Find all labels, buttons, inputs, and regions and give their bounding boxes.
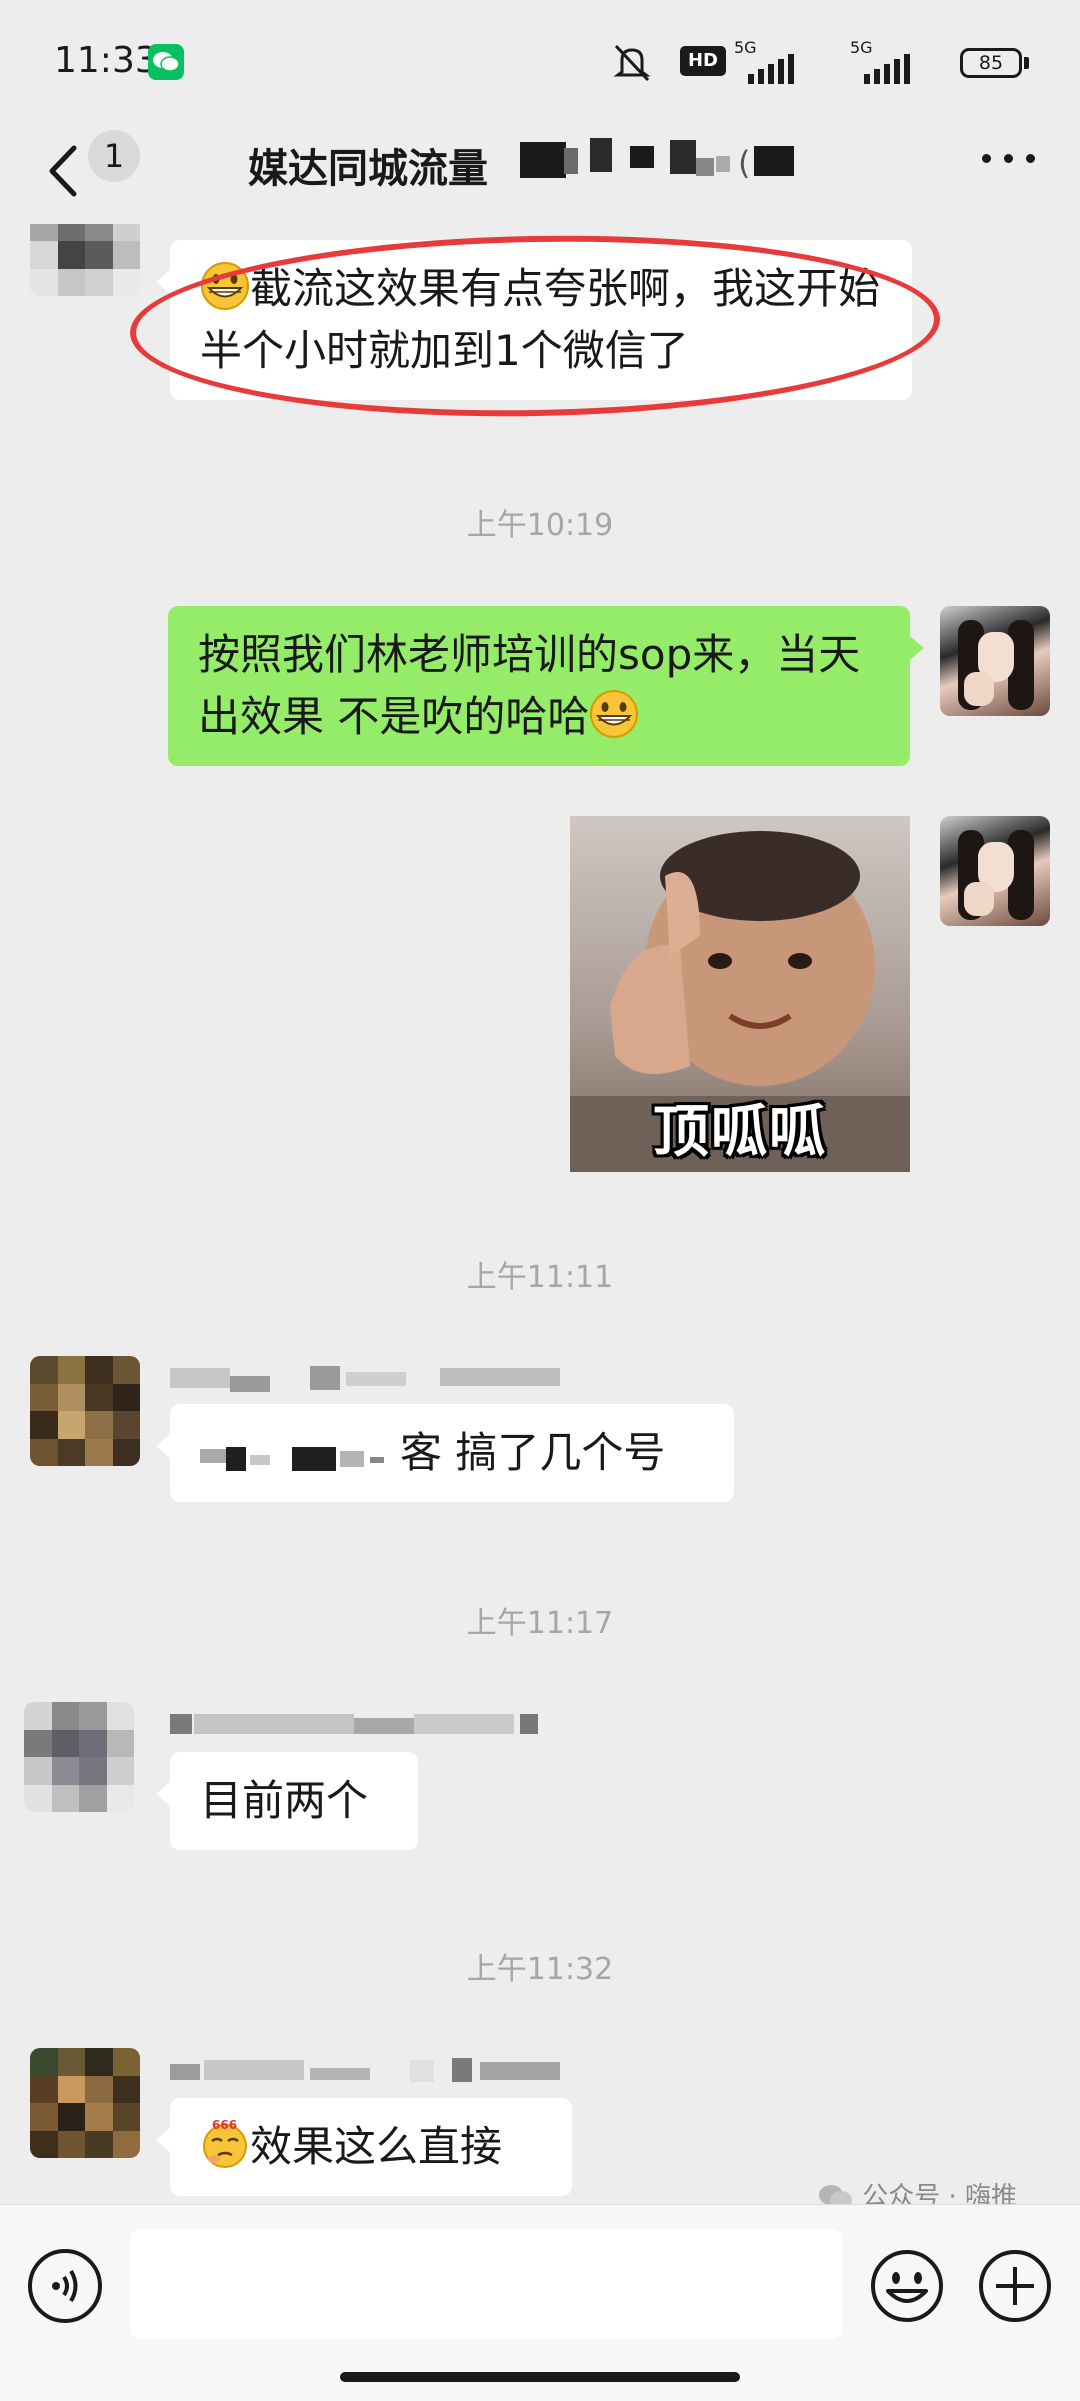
chat-title[interactable]: 媒达同城流量 bbox=[248, 136, 488, 194]
avatar[interactable] bbox=[30, 2048, 140, 2158]
self-avatar[interactable] bbox=[940, 606, 1050, 716]
sticker-image[interactable]: 顶呱呱 bbox=[570, 816, 910, 1172]
message-text: 目前两个 bbox=[200, 1776, 369, 1825]
message-input[interactable] bbox=[130, 2229, 842, 2339]
message-list[interactable]: 截流这效果有点夸张啊，我这开始半个小时就加到1个微信了 上午10:19 按照我们… bbox=[0, 224, 1080, 2204]
home-indicator[interactable] bbox=[340, 2372, 740, 2382]
voice-input-button[interactable] bbox=[28, 2249, 102, 2323]
wechat-notification-icon bbox=[148, 44, 184, 80]
signal-bars-icon bbox=[864, 54, 910, 84]
timestamp: 上午11:11 bbox=[466, 1260, 614, 1295]
timestamp: 上午10:19 bbox=[466, 508, 614, 543]
status-bar: 11:33 HD 5G 5G 85 bbox=[0, 0, 1080, 120]
message-bubble-received[interactable]: 客 搞了几个号 bbox=[156, 1404, 734, 1502]
self-avatar[interactable] bbox=[940, 816, 1050, 926]
battery-tip bbox=[1024, 57, 1029, 69]
more-options-button[interactable] bbox=[974, 138, 1044, 178]
message-text: 效果这么直接 bbox=[250, 2122, 503, 2171]
message-text: 按照我们林老师培训的sop来，当天出效果 不是吹的哈哈 bbox=[198, 630, 861, 741]
hd-voice-badge: HD bbox=[680, 46, 726, 76]
message-text: 客 搞了几个号 bbox=[400, 1428, 666, 1477]
voice-wave-icon bbox=[52, 2269, 78, 2303]
sender-name-redacted bbox=[170, 1714, 538, 1734]
sticker-caption: 顶呱呱 bbox=[653, 1100, 827, 1165]
sender-name-redacted bbox=[170, 1366, 560, 1392]
sender-name-redacted bbox=[170, 2058, 560, 2082]
mute-bell-icon bbox=[613, 44, 651, 82]
avatar[interactable] bbox=[30, 224, 140, 296]
status-time: 11:33 bbox=[54, 40, 158, 81]
message-bubble-received[interactable]: 目前两个 bbox=[156, 1752, 418, 1850]
dot bbox=[1026, 154, 1035, 163]
more-functions-plus-button[interactable] bbox=[976, 2247, 1054, 2325]
battery-indicator: 85 bbox=[960, 48, 1022, 78]
back-arrow-icon[interactable] bbox=[36, 136, 96, 206]
timestamp: 上午11:17 bbox=[466, 1606, 614, 1641]
message-bubble-sent[interactable]: 按照我们林老师培训的sop来，当天出效果 不是吹的哈哈 bbox=[168, 606, 924, 766]
unread-count-badge[interactable]: 1 bbox=[88, 130, 140, 182]
signal-bars-icon bbox=[748, 54, 794, 84]
message-bubble-received[interactable]: 666 效果这么直接 bbox=[156, 2098, 572, 2196]
svg-text:666: 666 bbox=[212, 2119, 237, 2132]
redacted-text bbox=[200, 1447, 384, 1471]
avatar[interactable] bbox=[30, 1356, 140, 1466]
avatar[interactable] bbox=[24, 1702, 134, 1812]
title-redaction: ( bbox=[520, 138, 794, 182]
timestamp: 上午11:32 bbox=[466, 1952, 614, 1987]
dot bbox=[1004, 154, 1013, 163]
grinning-face-icon bbox=[589, 689, 639, 739]
dot bbox=[982, 154, 991, 163]
svg-text:(: ( bbox=[738, 144, 750, 182]
666-thinking-face-icon: 666 bbox=[200, 2118, 250, 2169]
emoji-button[interactable] bbox=[868, 2247, 946, 2325]
